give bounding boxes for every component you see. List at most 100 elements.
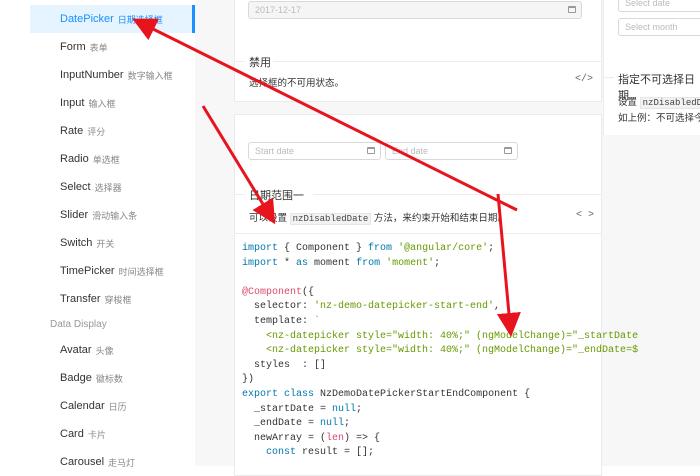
sidebar-item-transfer[interactable]: Transfer 穿梭框 — [30, 285, 195, 313]
code-line: _endDate = null; — [242, 418, 351, 430]
end-date-input[interactable]: End date — [385, 142, 518, 160]
code-line: selector: 'nz-demo-datepicker-start-end'… — [242, 301, 501, 313]
sidebar-item-cn: 日历 — [108, 401, 127, 412]
desc-suffix: 方法，来约束开始和结束日期。 — [373, 213, 507, 224]
select-date-input[interactable]: Select date — [618, 0, 700, 12]
code-line: @Component({ — [242, 286, 315, 298]
calendar-icon — [568, 6, 576, 13]
sidebar-item-label: Carousel — [60, 456, 105, 468]
sidebar: DatePicker 日期选择框 Form 表单 InputNumber 数字输… — [30, 0, 196, 468]
sidebar-item-cn: 徽标数 — [95, 373, 123, 384]
demo-description: 选择框的不可用状态。 — [249, 78, 345, 89]
divider — [235, 233, 601, 234]
start-date-placeholder: Start date — [255, 146, 295, 156]
code-line: template: ` — [242, 315, 321, 327]
code-line: <nz-datepicker style="width: 40%;" (ngMo… — [242, 345, 639, 357]
select-month-input[interactable]: Select month — [618, 18, 700, 36]
demo-description: 设置 nzDisabledDat — [618, 94, 700, 109]
sidebar-item-cn: 卡片 — [87, 429, 106, 440]
sidebar-item-label: InputNumber — [60, 69, 124, 81]
sidebar-item-cn: 评分 — [87, 126, 106, 137]
sidebar-item-cn: 开关 — [96, 238, 115, 249]
code-toggle-icon[interactable]: </> — [575, 74, 593, 85]
code-line: _startDate = null; — [242, 403, 363, 415]
sidebar-item-label: Transfer — [60, 293, 101, 305]
sidebar-item-badge[interactable]: Badge 徽标数 — [30, 364, 195, 392]
code-block: import { Component } from '@angular/core… — [242, 242, 638, 461]
demo-title: 禁用 — [249, 57, 271, 69]
demo-card-disabled: 2017-12-17 禁用 选择框的不可用状态。 </> — [234, 0, 602, 102]
code-line: import { Component } from '@angular/core… — [242, 243, 495, 254]
code-line: styles : [] — [242, 359, 327, 371]
main-content: 2017-12-17 禁用 选择框的不可用状态。 </> Start date … — [195, 0, 700, 476]
sidebar-item-carousel[interactable]: Carousel 走马灯 — [30, 448, 195, 476]
sidebar-item-cn: 头像 — [95, 345, 114, 356]
sidebar-item-cn: 走马灯 — [108, 457, 136, 468]
code-line: import * as moment from 'moment'; — [242, 257, 441, 269]
code-line: <nz-datepicker style="width: 40%;" (ngMo… — [242, 330, 639, 342]
disabled-date-input: 2017-12-17 — [248, 1, 582, 19]
desc-inline-code: nzDisabledDat — [639, 97, 700, 109]
sidebar-item-cn: 穿梭框 — [104, 294, 132, 305]
sidebar-item-label: Slider — [60, 209, 89, 221]
end-date-placeholder: End date — [392, 146, 429, 156]
code-toggle-icon[interactable]: < > — [576, 210, 594, 221]
divider — [604, 77, 614, 78]
desc-prefix: 设置 — [618, 97, 638, 108]
sidebar-item-slider[interactable]: Slider 滑动输入条 — [30, 201, 195, 229]
demo-description-2: 如上例：不可选择今天之 — [618, 113, 700, 124]
select-month-placeholder: Select month — [625, 22, 678, 32]
divider — [235, 61, 245, 62]
sidebar-item-label: DatePicker — [60, 13, 114, 25]
sidebar-item-cn: 选择器 — [94, 182, 122, 193]
divider — [273, 61, 601, 62]
left-gutter — [0, 0, 30, 466]
date-input-value: 2017-12-17 — [255, 5, 302, 15]
demo-description: 可以设置 nzDisabledDate 方法，来约束开始和结束日期。 — [249, 210, 507, 225]
sidebar-item-label: Select — [60, 181, 91, 193]
sidebar-item-inputnumber[interactable]: InputNumber 数字输入框 — [30, 61, 195, 89]
desc-inline-code: nzDisabledDate — [289, 213, 372, 225]
sidebar-item-form[interactable]: Form 表单 — [30, 33, 195, 61]
sidebar-item-cn: 时间选择框 — [118, 266, 164, 277]
calendar-icon — [504, 147, 512, 154]
right-demo-card: Select date Select month 指定不可选择日期 设置 nzD… — [603, 0, 700, 135]
sidebar-item-calendar[interactable]: Calendar 日历 — [30, 392, 195, 420]
desc-prefix: 可以设置 — [249, 213, 288, 224]
code-line: const result = []; — [266, 447, 375, 459]
sidebar-item-avatar[interactable]: Avatar 头像 — [30, 336, 195, 364]
sidebar-item-input[interactable]: Input 输入框 — [30, 89, 195, 117]
sidebar-group-label: Data Display — [50, 319, 107, 330]
sidebar-item-label: Rate — [60, 125, 84, 137]
sidebar-item-switch[interactable]: Switch 开关 — [30, 229, 195, 257]
sidebar-item-label: Avatar — [60, 344, 92, 356]
sidebar-item-cn: 输入框 — [88, 98, 116, 109]
sidebar-item-label: Calendar — [60, 400, 105, 412]
sidebar-item-rate[interactable]: Rate 评分 — [30, 117, 195, 145]
sidebar-item-card[interactable]: Card 卡片 — [30, 420, 195, 448]
sidebar-item-radio[interactable]: Radio 单选框 — [30, 145, 195, 173]
sidebar-item-label: Input — [60, 97, 85, 109]
sidebar-item-label: Badge — [60, 372, 92, 384]
sidebar-item-label: Form — [60, 41, 86, 53]
sidebar-item-cn: 滑动输入条 — [92, 210, 138, 221]
calendar-icon — [367, 147, 375, 154]
sidebar-item-cn: 表单 — [89, 42, 108, 53]
sidebar-item-label: Card — [60, 428, 84, 440]
sidebar-item-label: TimePicker — [60, 265, 115, 277]
sidebar-item-select[interactable]: Select 选择器 — [30, 173, 195, 201]
select-date-placeholder: Select date — [625, 0, 671, 8]
sidebar-item-cn: 日期选择框 — [117, 14, 163, 25]
sidebar-item-label: Switch — [60, 237, 93, 249]
divider — [235, 194, 245, 195]
code-line: newArray = (len) => { — [242, 432, 381, 444]
start-date-input[interactable]: Start date — [248, 142, 381, 160]
sidebar-item-timepicker[interactable]: TimePicker 时间选择框 — [30, 257, 195, 285]
sidebar-item-label: Radio — [60, 153, 89, 165]
sidebar-item-cn: 单选框 — [92, 154, 120, 165]
sidebar-item-datepicker[interactable]: DatePicker 日期选择框 — [30, 5, 195, 33]
code-line: export class NzDemoDatePickerStartEndCom… — [242, 388, 531, 400]
demo-title: 日期范围一 — [249, 190, 304, 202]
code-line: }) — [242, 374, 255, 386]
